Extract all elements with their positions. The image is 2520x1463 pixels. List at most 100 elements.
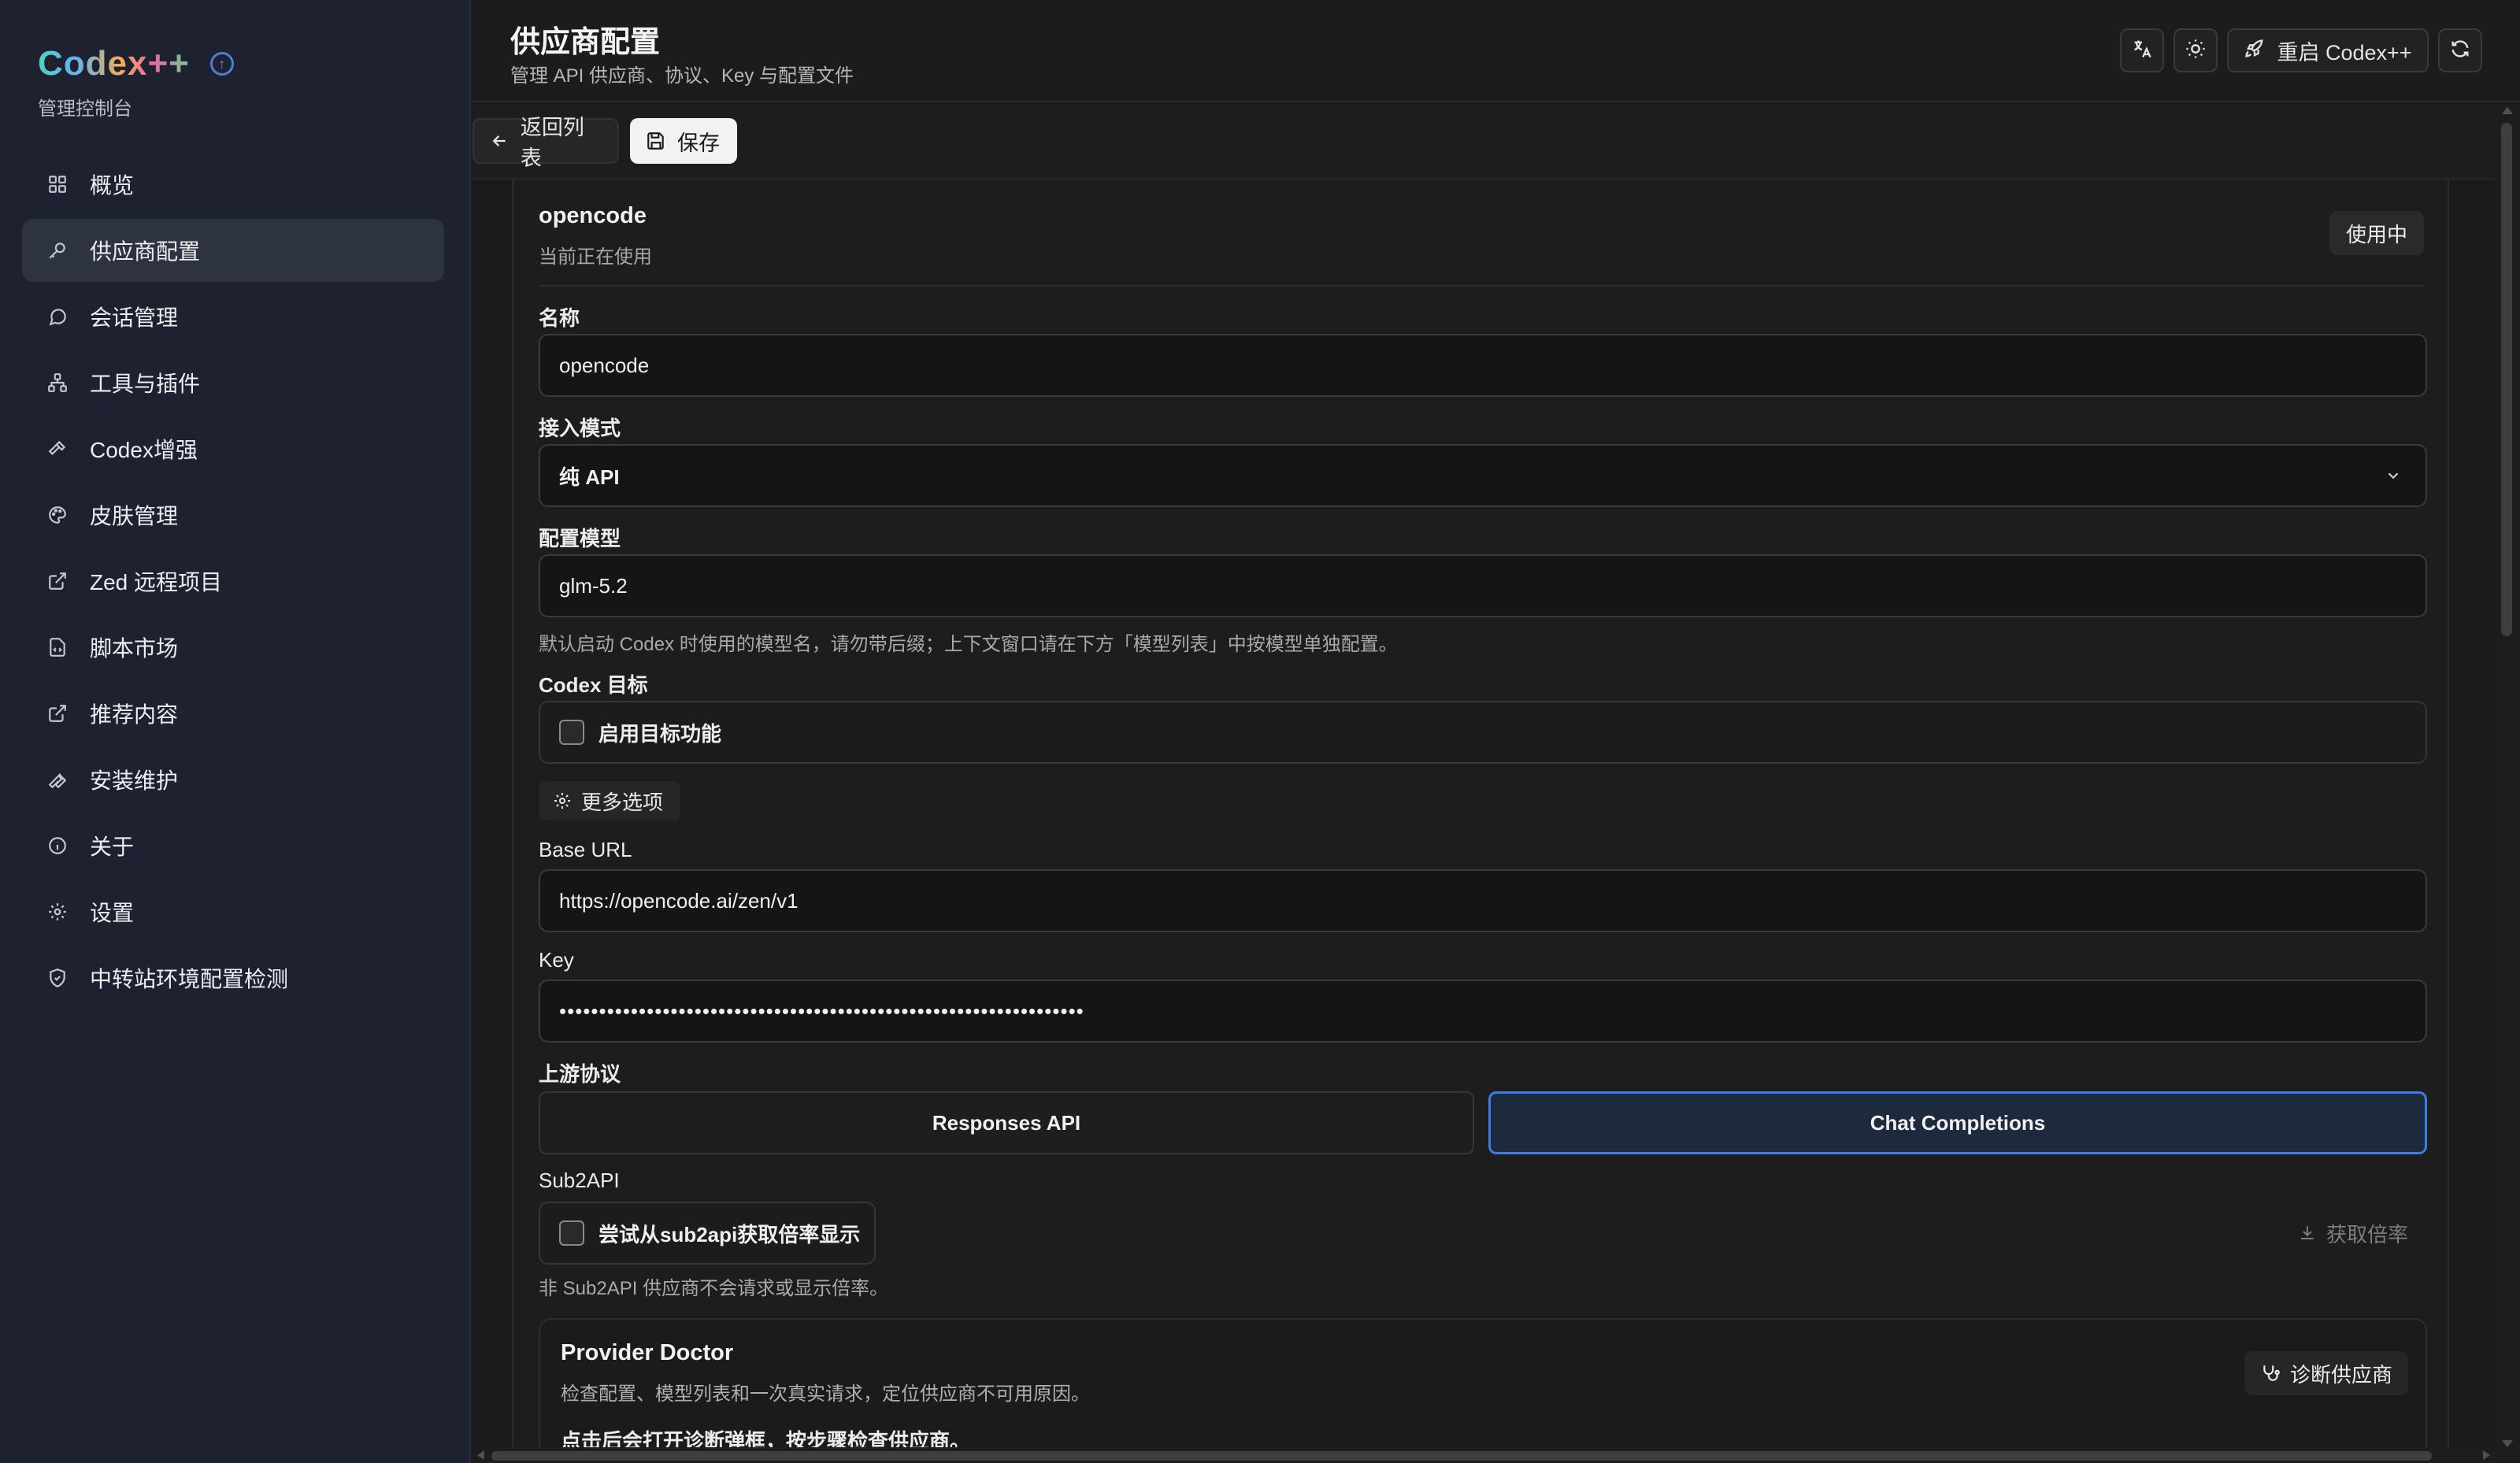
- rocket-icon: [2244, 38, 2266, 64]
- sidebar-item-skins[interactable]: 皮肤管理: [22, 483, 444, 546]
- arrow-left-icon: [492, 135, 506, 147]
- sidebar-item-tools[interactable]: 工具与插件: [22, 351, 444, 414]
- provider-name: opencode: [539, 203, 647, 228]
- sidebar-item-label: Codex增强: [90, 438, 198, 462]
- more-options-button[interactable]: 更多选项: [539, 781, 680, 820]
- vertical-scrollbar[interactable]: [2495, 104, 2520, 1463]
- external-link-icon: [46, 702, 69, 725]
- sidebar-item-overview[interactable]: 概览: [22, 153, 444, 216]
- sidebar-item-codex-enhance[interactable]: Codex增强: [22, 417, 444, 480]
- sidebar-item-settings[interactable]: 设置: [22, 880, 444, 943]
- enable-target-label: 启用目标功能: [598, 721, 722, 746]
- name-input[interactable]: opencode: [539, 334, 2427, 397]
- main-content: opencode 当前正在使用 使用中 名称 opencode 接入模式 纯 A…: [472, 180, 2488, 1447]
- sidebar-nav: 概览 供应商配置 会话管理 工具与插件 Codex增强 皮肤管理 Zed 远程项…: [22, 153, 444, 1013]
- in-use-badge: 使用中: [2329, 211, 2424, 255]
- logo-row: Codex++ ↑: [38, 44, 234, 83]
- app-subtitle: 管理控制台: [38, 98, 132, 120]
- save-icon: [647, 132, 664, 150]
- diagnose-label: 诊断供应商: [2289, 1362, 2392, 1387]
- sub2api-checkbox[interactable]: [559, 1220, 584, 1246]
- fetch-rate-button[interactable]: 获取倍率: [2282, 1211, 2424, 1255]
- vertical-scroll-thumb[interactable]: [2501, 123, 2512, 636]
- sidebar-item-maintenance[interactable]: 安装维护: [22, 748, 444, 811]
- translate-button[interactable]: [2120, 28, 2164, 72]
- name-label: 名称: [539, 306, 580, 330]
- enable-target-checkbox[interactable]: [559, 720, 584, 745]
- sidebar-item-label: 关于: [90, 835, 135, 859]
- sidebar-item-label: 会话管理: [90, 306, 179, 330]
- protocol-responses-api[interactable]: Responses API: [539, 1091, 1474, 1154]
- chat-icon: [46, 305, 69, 328]
- scroll-left-icon[interactable]: [477, 1450, 484, 1460]
- sidebar-item-label: 皮肤管理: [90, 504, 179, 528]
- fetch-rate-label: 获取倍率: [2325, 1222, 2408, 1246]
- page-title: 供应商配置: [510, 26, 661, 59]
- theme-toggle-button[interactable]: [2174, 28, 2218, 72]
- sun-icon: [2185, 38, 2207, 64]
- scroll-up-icon[interactable]: [2502, 107, 2513, 114]
- back-to-list-button[interactable]: 返回列表: [472, 116, 619, 170]
- enable-target-toggle[interactable]: 启用目标功能: [559, 718, 721, 747]
- mode-select[interactable]: 纯 API: [539, 444, 2427, 507]
- sidebar-item-label: Zed 远程项目: [90, 570, 223, 594]
- back-label: 返回列表: [520, 116, 584, 170]
- model-input[interactable]: glm-5.2: [539, 554, 2427, 617]
- horizontal-scrollbar[interactable]: [472, 1447, 2495, 1463]
- info-icon: [46, 834, 69, 857]
- horizontal-scroll-thumb[interactable]: [491, 1451, 2432, 1461]
- base-url-input[interactable]: https://opencode.ai/zen/v1: [539, 869, 2427, 932]
- doctor-title: Provider Doctor: [561, 1340, 734, 1365]
- sub2api-toggle[interactable]: 尝试从sub2api获取倍率显示: [559, 1219, 860, 1248]
- sidebar-item-providers[interactable]: 供应商配置: [22, 219, 444, 282]
- sidebar-item-about[interactable]: 关于: [22, 814, 444, 877]
- doctor-note: 点击后会打开诊断弹框，按步骤检查供应商。: [561, 1429, 971, 1447]
- page-subtitle: 管理 API 供应商、协议、Key 与配置文件: [510, 65, 854, 87]
- sidebar-item-label: 供应商配置: [90, 239, 201, 264]
- hammer-icon: [46, 437, 69, 461]
- scroll-down-icon[interactable]: [2502, 1440, 2513, 1447]
- gear-icon: [554, 793, 570, 809]
- base-url-label: Base URL: [539, 838, 632, 861]
- sidebar-item-label: 安装维护: [90, 769, 179, 793]
- key-icon: [46, 239, 69, 262]
- provider-doctor-panel: Provider Doctor 检查配置、模型列表和一次真实请求，定位供应商不可…: [539, 1318, 2427, 1447]
- more-options-label: 更多选项: [581, 790, 664, 814]
- model-label: 配置模型: [539, 527, 621, 550]
- sidebar-item-relay-check[interactable]: 中转站环境配置检测: [22, 946, 444, 1009]
- network-icon: [46, 371, 69, 394]
- sidebar-item-label: 中转站环境配置检测: [90, 967, 289, 991]
- protocol-chat-completions[interactable]: Chat Completions: [1488, 1091, 2427, 1154]
- sidebar-item-label: 设置: [90, 901, 135, 925]
- sidebar-item-label: 工具与插件: [90, 372, 201, 396]
- scroll-right-icon[interactable]: [2483, 1450, 2490, 1460]
- sidebar-item-recommended[interactable]: 推荐内容: [22, 682, 444, 745]
- restart-codex-button[interactable]: 重启 Codex++: [2227, 28, 2429, 72]
- upgrade-icon[interactable]: ↑: [209, 52, 234, 76]
- divider: [539, 285, 2424, 287]
- sidebar-item-script-market[interactable]: 脚本市场: [22, 616, 444, 679]
- restart-label: 重启 Codex++: [2277, 40, 2412, 65]
- protocol-label: 上游协议: [539, 1062, 621, 1086]
- shield-icon: [46, 966, 69, 990]
- refresh-icon: [2449, 38, 2471, 64]
- sidebar-item-label: 脚本市场: [90, 636, 179, 661]
- key-label: Key: [539, 948, 574, 972]
- sub2api-checkbox-label: 尝试从sub2api获取倍率显示: [598, 1222, 861, 1246]
- app-logo: Codex++: [38, 44, 190, 83]
- external-link-icon: [46, 569, 69, 593]
- key-input[interactable]: ••••••••••••••••••••••••••••••••••••••••…: [539, 980, 2427, 1043]
- refresh-button[interactable]: [2438, 28, 2482, 72]
- sub2api-hint: 非 Sub2API 供应商不会请求或显示倍率。: [539, 1278, 889, 1299]
- download-icon: [2300, 1226, 2314, 1239]
- doctor-description: 检查配置、模型列表和一次真实请求，定位供应商不可用原因。: [561, 1383, 1090, 1405]
- provider-card: opencode 当前正在使用 使用中 名称 opencode 接入模式 纯 A…: [512, 180, 2449, 1447]
- sub2api-label: Sub2API: [539, 1169, 620, 1192]
- file-code-icon: [46, 635, 69, 659]
- stethoscope-icon: [2263, 1365, 2280, 1381]
- sidebar-item-zed-remote[interactable]: Zed 远程项目: [22, 550, 444, 613]
- sidebar-item-sessions[interactable]: 会话管理: [22, 285, 444, 348]
- diagnose-provider-button[interactable]: 诊断供应商: [2244, 1351, 2408, 1395]
- save-button[interactable]: 保存: [630, 118, 737, 164]
- mode-value: 纯 API: [559, 465, 620, 489]
